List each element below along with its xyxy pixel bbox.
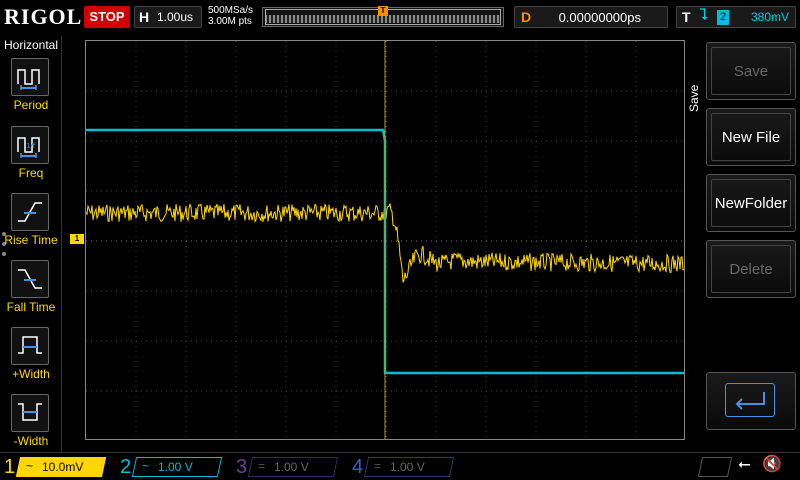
dc-coupling-icon: = [258, 459, 266, 473]
ch1-tab[interactable]: 1 ~ 10.0mV [4, 455, 110, 479]
graticule [86, 41, 684, 439]
menu-title: Save [687, 84, 701, 112]
ac-coupling-icon: ~ [142, 459, 150, 473]
top-status-bar: RIGOL STOP H 1.00us 500MSa/s 3.00M pts T… [0, 0, 800, 36]
trigger-box[interactable]: T ⮧ 2 380mV [676, 6, 796, 28]
ch2-scale: 1.00 V [158, 460, 193, 474]
trigger-label: T [682, 9, 691, 25]
measure-fall-time[interactable]: Fall Time [0, 258, 62, 324]
enter-icon [725, 383, 775, 417]
math-tab-body [697, 457, 733, 477]
ch2-number: 2 [120, 456, 132, 478]
speaker-muted-icon[interactable]: 🔇 [762, 454, 782, 474]
horizontal-label: H [139, 9, 150, 25]
measure-positive-width[interactable]: +Width [0, 325, 62, 391]
memory-overview-strip[interactable]: T [262, 6, 504, 27]
save-button-label: Save [711, 47, 791, 95]
measure-label: Freq [18, 166, 44, 180]
save-menu-panel: Save Save New File NewFolder Delete [686, 36, 800, 452]
rise-time-icon [11, 193, 49, 231]
enter-button[interactable] [706, 372, 796, 430]
save-button[interactable]: Save [706, 42, 796, 100]
usb-icon: ⭠ [738, 456, 751, 473]
measure-period[interactable]: Period [0, 56, 62, 122]
ch3-scale: 1.00 V [274, 460, 309, 474]
measure-negative-width[interactable]: -Width [0, 392, 62, 458]
ch3-number: 3 [236, 456, 248, 478]
memory-trigger-marker: T [378, 6, 388, 16]
acquisition-info: 500MSa/s 3.00M pts [208, 5, 253, 27]
measure-rise-time[interactable]: Rise Time [0, 191, 62, 257]
panel-title: Horizontal [3, 38, 59, 52]
measure-label: Period [13, 98, 49, 112]
ac-coupling-icon: ~ [26, 459, 34, 473]
delete-label: Delete [711, 245, 791, 293]
ch1-number: 1 [4, 456, 16, 478]
measure-label: +Width [12, 367, 50, 381]
measure-label: -Width [13, 434, 49, 448]
horizontal-timebase-box[interactable]: H 1.00us [134, 6, 202, 28]
period-icon [11, 58, 49, 96]
trigger-source-badge: 2 [717, 10, 729, 25]
new-file-label: New File [711, 113, 791, 161]
math-tab-stub[interactable] [697, 455, 733, 479]
dc-coupling-icon: = [374, 459, 382, 473]
ch4-tab[interactable]: 4 = 1.00 V [352, 455, 458, 479]
ch1-offset-marker[interactable]: 1 [70, 234, 84, 244]
measure-label: Rise Time [4, 233, 58, 247]
delay-label: D [521, 9, 532, 25]
timebase-value: 1.00us [157, 10, 194, 24]
ch4-number: 4 [352, 456, 364, 478]
sample-rate: 500MSa/s [208, 5, 254, 16]
new-folder-label: NewFolder [711, 179, 791, 227]
delay-value: 0.00000000ps [558, 10, 641, 25]
measure-label: Fall Time [6, 300, 56, 314]
new-file-button[interactable]: New File [706, 108, 796, 166]
new-folder-button[interactable]: NewFolder [706, 174, 796, 232]
frequency-icon: 1/f [11, 126, 49, 164]
memory-depth: 3.00M pts [208, 16, 252, 27]
delete-button[interactable]: Delete [706, 240, 796, 298]
measure-frequency[interactable]: 1/f Freq [0, 124, 62, 190]
delay-box[interactable]: D 0.00000000ps [514, 6, 668, 28]
waveform-display[interactable] [85, 40, 685, 440]
horizontal-measure-panel: Horizontal Period 1/f Freq Rise Time Fal… [0, 36, 62, 452]
positive-width-icon [11, 327, 49, 365]
ch3-tab[interactable]: 3 = 1.00 V [236, 455, 342, 479]
ch2-tab[interactable]: 2 ~ 1.00 V [120, 455, 226, 479]
falling-edge-icon: ⮧ [699, 7, 709, 24]
rigol-logo: RIGOL [4, 4, 83, 29]
ch4-scale: 1.00 V [390, 460, 425, 474]
ch1-scale: 10.0mV [42, 460, 84, 474]
svg-text:1/f: 1/f [26, 142, 36, 150]
fall-time-icon [11, 260, 49, 298]
channel-status-bar: 1 ~ 10.0mV 2 ~ 1.00 V 3 = 1.00 V 4 = 1.0… [0, 452, 800, 480]
run-stop-button[interactable]: STOP [84, 6, 130, 28]
negative-width-icon [11, 394, 49, 432]
trigger-level-value: 380mV [750, 10, 789, 24]
